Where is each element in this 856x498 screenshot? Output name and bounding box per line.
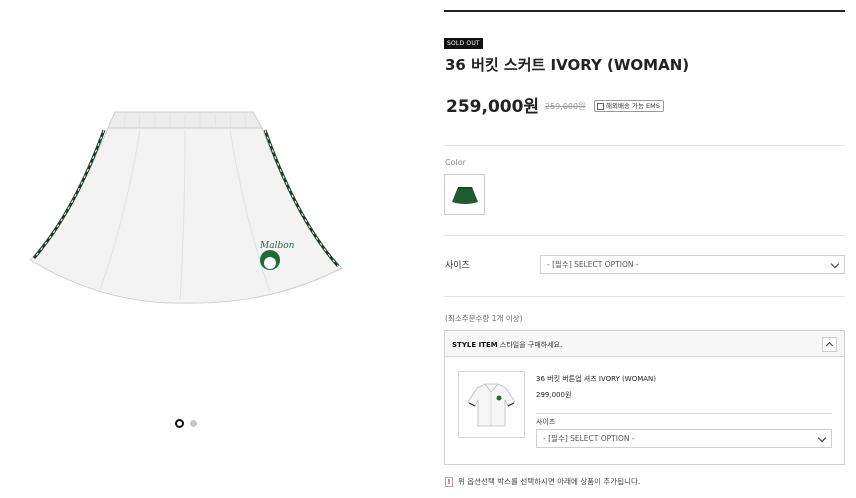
- chevron-down-icon: [817, 433, 827, 443]
- divider: [536, 413, 832, 414]
- divider: [444, 145, 845, 146]
- product-title: 36 버킷 스커트 IVORY (WOMAN): [445, 56, 690, 74]
- min-order-note: (최소주문수량 1개 이상): [445, 314, 523, 323]
- ems-badge-label: 해외배송 가능 EMS: [606, 102, 660, 110]
- size-label: 사이즈: [445, 261, 470, 271]
- divider: [444, 296, 845, 297]
- skirt-swatch-icon: [451, 186, 478, 204]
- collapse-button[interactable]: [822, 337, 837, 352]
- carousel-dots: [175, 419, 197, 428]
- option-notice: ! 위 옵션선택 박스를 선택하시면 아래에 상품이 추가됩니다.: [445, 476, 640, 487]
- soldout-badge: SOLD OUT: [444, 38, 483, 49]
- style-item-panel: STYLE ITEM 스타일을 구매하세요. 36 버킷 버튼업 셔츠 IVOR…: [444, 330, 845, 465]
- color-label: Color: [445, 158, 466, 167]
- style-item-title: STYLE ITEM 스타일을 구매하세요.: [452, 340, 562, 350]
- style-item-header: STYLE ITEM 스타일을 구매하세요.: [445, 331, 844, 357]
- carousel-dot-2[interactable]: [190, 420, 197, 427]
- chevron-down-icon: [830, 259, 840, 269]
- product-price: 259,000원: [446, 97, 540, 117]
- product-gallery: Malbon: [0, 0, 400, 498]
- style-item-price: 299,000원: [536, 391, 572, 399]
- original-price: 259,000원: [545, 102, 586, 111]
- divider: [444, 235, 845, 236]
- size-select[interactable]: - [필수] SELECT OPTION -: [540, 255, 845, 274]
- alert-icon: !: [445, 476, 453, 487]
- style-item-size-select[interactable]: - [필수] SELECT OPTION -: [536, 429, 832, 448]
- shipping-box-icon: [597, 102, 604, 110]
- style-item-size-label: 사이즈: [536, 418, 556, 426]
- product-info-panel: SOLD OUT 36 버킷 스커트 IVORY (WOMAN) 259,000…: [444, 0, 846, 498]
- shirt-thumbnail-image: [467, 383, 516, 427]
- color-swatch-green[interactable]: [444, 174, 485, 215]
- product-image[interactable]: Malbon: [20, 100, 360, 315]
- notice-text: 위 옵션선택 박스를 선택하시면 아래에 상품이 추가됩니다.: [458, 477, 641, 486]
- style-item-thumbnail[interactable]: [458, 371, 525, 438]
- carousel-dot-1[interactable]: [175, 419, 184, 428]
- style-size-select-value: - [필수] SELECT OPTION -: [543, 434, 635, 443]
- size-select-value: - [필수] SELECT OPTION -: [547, 260, 639, 269]
- style-item-name[interactable]: 36 버킷 버튼업 셔츠 IVORY (WOMAN): [536, 374, 656, 384]
- top-divider: [444, 10, 845, 12]
- style-item-title-bold: STYLE ITEM: [452, 341, 498, 349]
- svg-text:Malbon: Malbon: [259, 241, 295, 251]
- style-item-title-rest: 스타일을 구매하세요.: [497, 341, 563, 349]
- ems-shipping-badge: 해외배송 가능 EMS: [594, 100, 664, 112]
